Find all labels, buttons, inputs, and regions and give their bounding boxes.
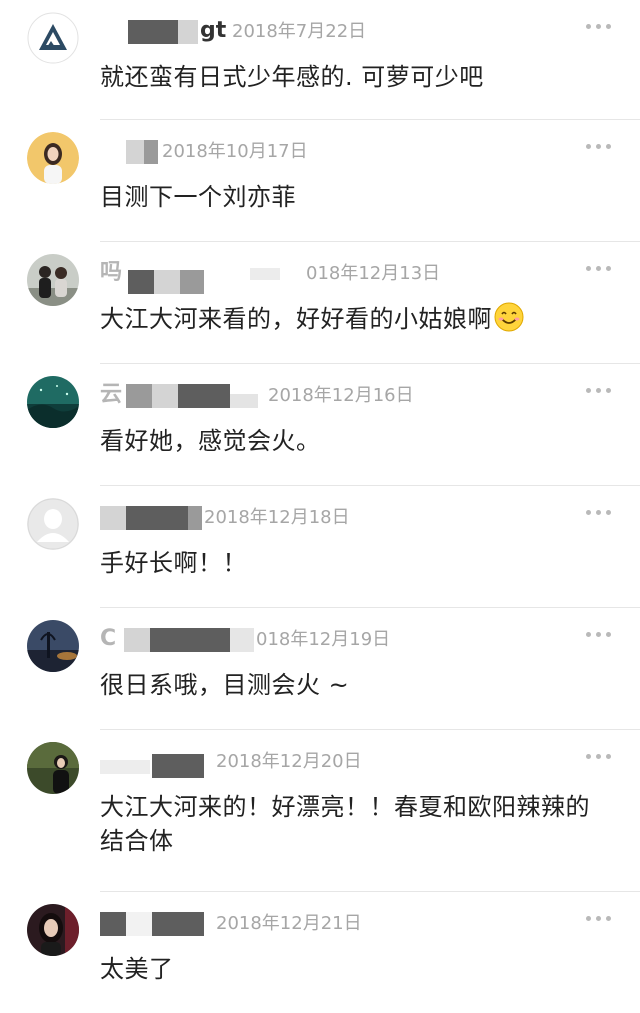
comment-item: C 018年12月19日 很日系哦，目测会火 ~: [0, 608, 640, 730]
redacted-username: [152, 384, 178, 408]
redacted-username: [154, 270, 180, 294]
comment-header: 2018年12月20日: [100, 748, 580, 778]
comment-text: 大江大河来看的，好好看的小姑娘啊: [100, 302, 610, 336]
comment-text: 很日系哦，目测会火 ~: [100, 671, 350, 699]
redacted-username: [180, 270, 204, 294]
comment-text-content: 大江大河来看的，好好看的小姑娘啊: [100, 305, 492, 333]
redacted-username: [230, 394, 258, 408]
comment-text: 看好她，感觉会火。: [100, 427, 321, 455]
comment-text: 太美了: [100, 955, 174, 983]
comment-text: 目测下一个刘亦菲: [100, 183, 296, 211]
girl-portrait-avatar[interactable]: [27, 132, 79, 184]
comment-item: 2018年12月20日 大江大河来的！好漂亮！！春夏和欧阳辣辣的结合体: [0, 730, 640, 892]
username-fragment: 云: [100, 382, 123, 407]
comment-text: 就还蛮有日式少年感的. 可萝可少吧: [100, 63, 484, 91]
more-options-icon[interactable]: [586, 23, 612, 31]
more-options-icon[interactable]: [586, 265, 612, 273]
comment-timestamp: 2018年12月21日: [216, 913, 362, 934]
comment-item: 2018年12月21日 太美了: [0, 892, 640, 1013]
comment-timestamp: 2018年10月17日: [162, 141, 308, 162]
comment-timestamp: 018年12月19日: [256, 629, 391, 650]
comment-text: 手好长啊！！: [100, 549, 247, 577]
redacted-username: [100, 506, 126, 530]
comment-item: gt 2018年7月22日 就还蛮有日式少年感的. 可萝可少吧: [0, 0, 640, 120]
redacted-username: [126, 506, 188, 530]
more-options-icon[interactable]: [586, 631, 612, 639]
dark-hair-woman-avatar[interactable]: [27, 904, 79, 956]
redacted-username: [128, 20, 178, 44]
comment-header: C 018年12月19日: [100, 626, 580, 652]
default-user-avatar[interactable]: [27, 498, 79, 550]
redacted-username: [152, 912, 204, 936]
redacted-username: [124, 628, 150, 652]
more-options-icon[interactable]: [586, 915, 612, 923]
redacted-username: [144, 140, 158, 164]
more-options-icon[interactable]: [586, 143, 612, 151]
landscape-avatar[interactable]: [27, 376, 79, 428]
username-fragment[interactable]: C: [100, 626, 116, 652]
comment-text: 大江大河来的！好漂亮！！春夏和欧阳辣辣的结合体: [100, 793, 590, 855]
comment-timestamp: 018年12月13日: [306, 263, 441, 284]
redacted-username: [100, 760, 150, 774]
redacted-username: [178, 20, 198, 44]
redacted-username: [188, 506, 202, 530]
redacted-username: [250, 268, 280, 280]
comment-header: 云 2018年12月16日: [100, 382, 580, 408]
redacted-username: [230, 628, 254, 652]
comment-feed: gt 2018年7月22日 就还蛮有日式少年感的. 可萝可少吧 2018年10月…: [0, 0, 640, 1013]
mountain-logo-avatar[interactable]: [27, 12, 79, 64]
comment-header: 2018年12月21日: [100, 910, 580, 936]
comment-timestamp: 2018年12月16日: [268, 385, 414, 406]
dusk-landscape-avatar[interactable]: [27, 620, 79, 672]
comment-header: gt 2018年7月22日: [100, 18, 580, 44]
comment-item: 2018年12月18日 手好长啊！！: [0, 486, 640, 608]
comment-header: 2018年10月17日: [100, 138, 580, 164]
redacted-username: [128, 270, 154, 294]
comment-timestamp: 2018年12月20日: [216, 751, 362, 772]
comment-item: 2018年10月17日 目测下一个刘亦菲: [0, 120, 640, 242]
redacted-username: [126, 912, 152, 936]
comment-timestamp: 2018年7月22日: [232, 21, 367, 42]
woman-photo-avatar[interactable]: [27, 742, 79, 794]
comment-item: 吗 018年12月13日 大江大河来看的，好好看的小姑娘啊: [0, 242, 640, 364]
comment-timestamp: 2018年12月18日: [204, 507, 350, 528]
redacted-username: [100, 912, 126, 936]
redacted-username: [178, 384, 230, 408]
more-options-icon[interactable]: [586, 753, 612, 761]
comment-header: 吗 018年12月13日: [100, 260, 580, 294]
comment-header: 2018年12月18日: [100, 504, 580, 530]
smiling-face-emoji: [494, 302, 524, 332]
username-fragment: 吗: [100, 260, 123, 285]
redacted-username: [152, 754, 204, 778]
more-options-icon[interactable]: [586, 387, 612, 395]
username-fragment[interactable]: gt: [200, 18, 226, 44]
more-options-icon[interactable]: [586, 509, 612, 517]
redacted-username: [126, 384, 152, 408]
comment-item: 云 2018年12月16日 看好她，感觉会火。: [0, 364, 640, 486]
couple-photo-avatar[interactable]: [27, 254, 79, 306]
redacted-username: [150, 628, 230, 652]
